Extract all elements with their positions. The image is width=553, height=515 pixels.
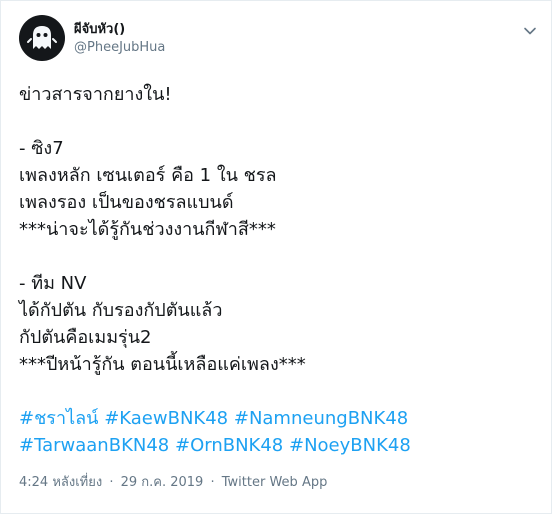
tweet-line: ได้กัปตัน กับรองกัปตันแล้ว [19, 300, 223, 321]
tweet-time[interactable]: 4:24 หลังเที่ยง [19, 475, 102, 490]
author-handle[interactable]: @PheeJubHua [74, 39, 165, 57]
chevron-down-icon[interactable] [523, 23, 537, 37]
author-names: ผีจับหัว() @PheeJubHua [74, 21, 165, 57]
meta-separator: · [109, 475, 114, 490]
tweet-meta: 4:24 หลังเที่ยง · 29 ก.ค. 2019 · Twitter… [19, 471, 327, 492]
tweet-line: - ทีม NV [19, 273, 87, 294]
tweet-line: ข่าวสารจากยางใน! [19, 84, 172, 105]
tweet-line: ***น่าจะได้รู้กันช่วงงานกีฬาสี*** [19, 219, 276, 240]
tweet-line: กัปตันคือเมมรุ่น2 [19, 327, 152, 348]
tweet-text: ข่าวสารจากยางใน! - ซิง7 เพลงหลัก เซนเตอร… [19, 81, 529, 459]
avatar[interactable] [19, 15, 65, 61]
hashtag-link[interactable]: #ชราไลน์ [19, 408, 98, 429]
meta-separator: · [210, 475, 215, 490]
tweet-date[interactable]: 29 ก.ค. 2019 [121, 475, 204, 490]
hashtag-link[interactable]: #TarwaanBKN48 [19, 435, 169, 456]
tweet-header: ผีจับหัว() @PheeJubHua [19, 13, 539, 67]
hashtag-link[interactable]: #OrnBNK48 [175, 435, 283, 456]
tweet-line: - ซิง7 [19, 138, 64, 159]
hashtag-row: #ชราไลน์ #KaewBNK48 #NamneungBNK48 [19, 405, 529, 432]
hashtag-row: #TarwaanBKN48 #OrnBNK48 #NoeyBNK48 [19, 432, 529, 459]
author-display-name[interactable]: ผีจับหัว() [74, 21, 165, 39]
tweet-line: เพลงหลัก เซนเตอร์ คือ 1 ใน ชรล [19, 165, 277, 186]
tweet-card: ผีจับหัว() @PheeJubHua ข่าวสารจากยางใน! … [0, 0, 552, 514]
tweet-line: เพลงรอง เป็นของชรลแบนด์ [19, 192, 234, 213]
hashtag-link[interactable]: #NoeyBNK48 [289, 435, 411, 456]
tweet-line: ***ปีหน้ารู้กัน ตอนนี้เหลือแค่เพลง*** [19, 354, 306, 375]
hashtag-link[interactable]: #KaewBNK48 [104, 408, 228, 429]
hashtag-link[interactable]: #NamneungBNK48 [234, 408, 408, 429]
tweet-source-link[interactable]: Twitter Web App [222, 475, 328, 490]
ghost-icon [27, 26, 57, 49]
